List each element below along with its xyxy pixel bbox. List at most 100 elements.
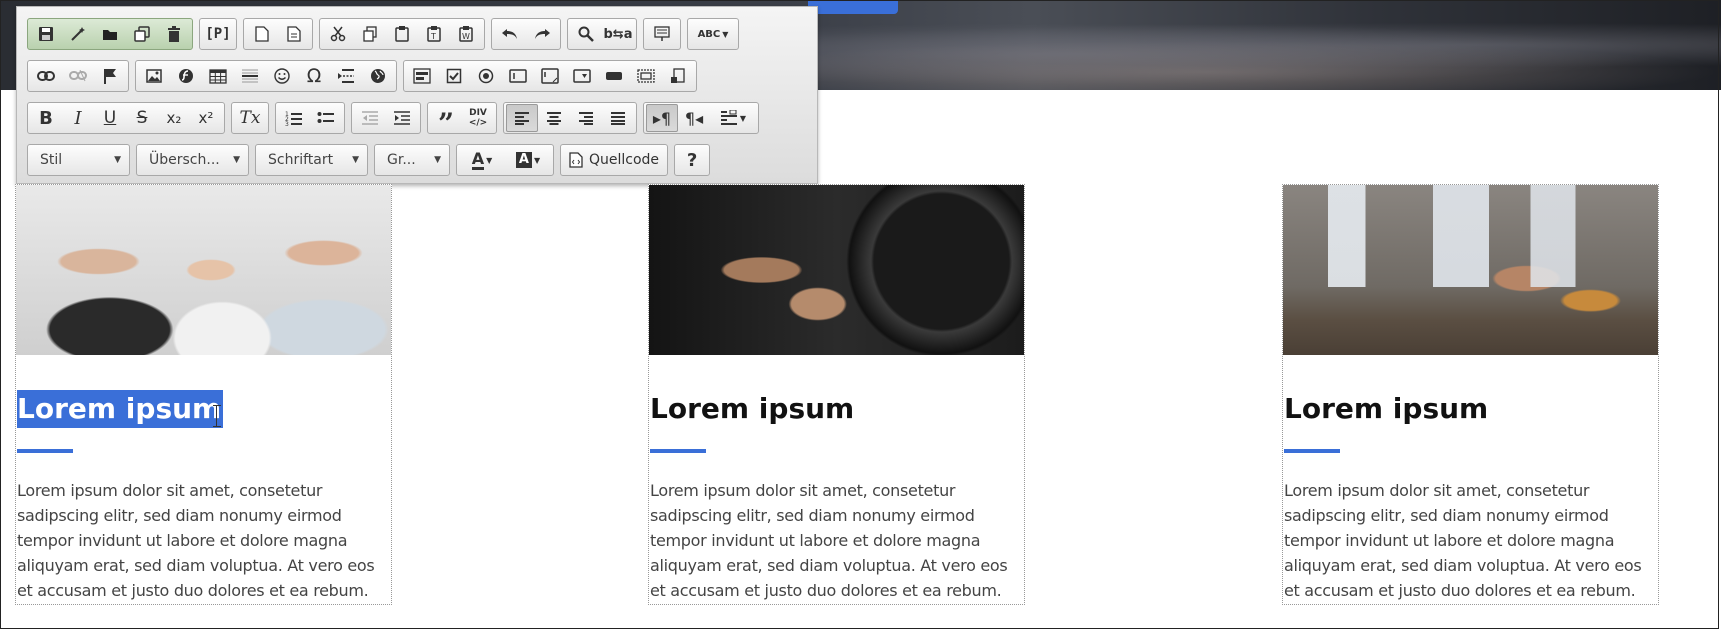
- source-code-button[interactable]: Quellcode: [560, 144, 669, 176]
- blockquote-icon[interactable]: ”: [430, 104, 462, 138]
- copy-icon[interactable]: [354, 20, 386, 48]
- flash-icon[interactable]: [170, 62, 202, 90]
- undo-icon[interactable]: [494, 20, 526, 48]
- align-right-icon[interactable]: [570, 104, 602, 132]
- underline-button[interactable]: U: [94, 104, 126, 132]
- table-icon[interactable]: [202, 62, 234, 90]
- page-break-icon[interactable]: [330, 62, 362, 90]
- select-all-icon[interactable]: [646, 20, 678, 48]
- text-field-icon[interactable]: [502, 62, 534, 90]
- iframe-globe-icon[interactable]: [362, 62, 394, 90]
- card-text[interactable]: Lorem ipsum dolor sit amet, consetetur s…: [1284, 478, 1659, 603]
- style-dropdown[interactable]: Stil ▼: [27, 144, 130, 176]
- subscript-button[interactable]: x₂: [158, 104, 190, 132]
- svg-text:3: 3: [285, 121, 289, 126]
- strikethrough-button[interactable]: S: [126, 104, 158, 132]
- remove-format-button[interactable]: Tx: [234, 104, 266, 132]
- redo-icon[interactable]: [526, 20, 558, 48]
- horizontal-rule-icon[interactable]: [234, 62, 266, 90]
- textarea-icon[interactable]: [534, 62, 566, 90]
- italic-button[interactable]: I: [62, 104, 94, 132]
- select-field-icon[interactable]: [566, 62, 598, 90]
- hidden-field-icon[interactable]: [662, 62, 694, 90]
- replace-icon[interactable]: b⇆a: [602, 20, 634, 48]
- text-direction-ltr-icon[interactable]: ▸¶: [646, 104, 678, 132]
- list-group: 123: [275, 102, 345, 134]
- code-brackets-icon: </>: [468, 118, 488, 128]
- find-icon[interactable]: [570, 20, 602, 48]
- toolbar-row-3: B I U S x₂ x² Tx 123 ” DIV </> ▸¶ ¶◂ ▼: [27, 101, 759, 138]
- paste-word-icon[interactable]: W: [450, 20, 482, 48]
- clipboard-group: T W: [319, 18, 485, 50]
- size-dropdown[interactable]: Gr... ▼: [374, 144, 450, 176]
- card-2: Lorem ipsum Lorem ipsum dolor sit amet, …: [648, 184, 1025, 605]
- checkbox-icon[interactable]: [438, 62, 470, 90]
- color-group: A ▼ A ▼: [456, 144, 554, 176]
- block-group: ” DIV </>: [427, 102, 497, 138]
- text-direction-rtl-icon[interactable]: ¶◂: [678, 104, 710, 132]
- paste-text-icon[interactable]: T: [418, 20, 450, 48]
- svg-text:W: W: [462, 32, 470, 41]
- text-color-button[interactable]: A ▼: [459, 146, 505, 174]
- align-left-icon[interactable]: [506, 104, 538, 132]
- chevron-down-icon: ▼: [114, 155, 121, 165]
- spellcheck-button[interactable]: ABC ▼: [690, 20, 736, 48]
- numbered-list-icon[interactable]: 123: [278, 104, 310, 132]
- document-group: [27, 18, 193, 50]
- basic-styles-group: B I U S x₂ x²: [27, 102, 225, 134]
- chevron-down-icon: ▼: [233, 155, 240, 165]
- font-dropdown[interactable]: Schriftart ▼: [255, 144, 368, 176]
- background-color-button[interactable]: A ▼: [505, 146, 551, 174]
- image-button-icon[interactable]: [630, 62, 662, 90]
- chevron-down-icon: ▼: [434, 155, 441, 165]
- card-text[interactable]: Lorem ipsum dolor sit amet, consetetur s…: [650, 478, 1025, 603]
- card-title[interactable]: Lorem ipsum: [17, 390, 224, 428]
- div-label: DIV: [469, 108, 487, 118]
- hero-accent-bar: [808, 0, 898, 14]
- form-icon[interactable]: [406, 62, 438, 90]
- remove-format-group: Tx: [231, 102, 269, 134]
- template-icon[interactable]: [278, 20, 310, 48]
- placeholder-button[interactable]: [P]: [202, 20, 234, 48]
- special-char-omega-icon[interactable]: Ω: [298, 62, 330, 90]
- superscript-button[interactable]: x²: [190, 104, 222, 132]
- find-group: b⇆a: [567, 18, 637, 50]
- paste-icon[interactable]: [386, 20, 418, 48]
- form-button-icon[interactable]: [598, 62, 630, 90]
- link-group: [27, 60, 129, 92]
- magic-wand-icon[interactable]: [62, 20, 94, 48]
- card-title[interactable]: Lorem ipsum: [650, 390, 854, 428]
- outdent-icon[interactable]: [354, 104, 386, 132]
- indent-icon[interactable]: [386, 104, 418, 132]
- radio-icon[interactable]: [470, 62, 502, 90]
- format-dropdown[interactable]: Übersch... ▼: [136, 144, 249, 176]
- create-div-button[interactable]: DIV </>: [462, 104, 494, 132]
- folder-open-icon[interactable]: [94, 20, 126, 48]
- barbell-deadlift-photo: [649, 185, 1024, 355]
- align-justify-icon[interactable]: [602, 104, 634, 132]
- new-page-icon[interactable]: [246, 20, 278, 48]
- bold-button[interactable]: B: [30, 104, 62, 132]
- title-underline-divider: [1284, 449, 1340, 453]
- card-1: Lorem ipsum Lorem ipsum dolor sit amet, …: [15, 184, 392, 605]
- copy-document-icon[interactable]: [126, 20, 158, 48]
- save-icon[interactable]: [30, 20, 62, 48]
- style-dropdown-label: Stil: [40, 152, 63, 168]
- form-group: [403, 60, 697, 92]
- image-icon[interactable]: [138, 62, 170, 90]
- trash-icon[interactable]: [158, 20, 190, 48]
- format-dropdown-label: Übersch...: [149, 152, 220, 168]
- cut-icon[interactable]: [322, 20, 354, 48]
- align-center-icon[interactable]: [538, 104, 570, 132]
- unlink-icon[interactable]: [62, 62, 94, 90]
- help-button[interactable]: ?: [674, 144, 711, 176]
- language-button[interactable]: ▼: [710, 104, 756, 132]
- card-title[interactable]: Lorem ipsum: [1284, 390, 1488, 428]
- title-underline-divider: [650, 449, 706, 453]
- card-text[interactable]: Lorem ipsum dolor sit amet, consetetur s…: [17, 478, 392, 603]
- smiley-icon[interactable]: [266, 62, 298, 90]
- link-icon[interactable]: [30, 62, 62, 90]
- anchor-flag-icon[interactable]: [94, 62, 126, 90]
- bullet-list-icon[interactable]: [310, 104, 342, 132]
- toolbar-row-1: [P] T W b⇆a ABC ▼: [27, 17, 739, 51]
